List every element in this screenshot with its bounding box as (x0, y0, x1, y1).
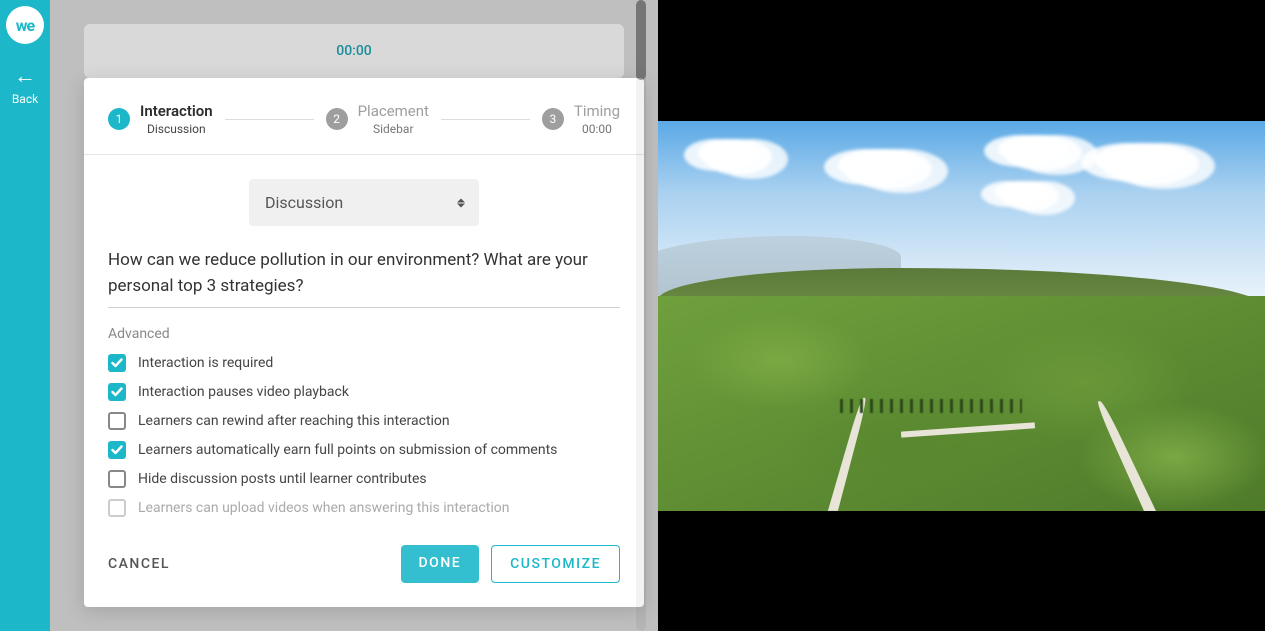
advanced-options: Interaction is required Interaction pause… (108, 354, 620, 517)
modal-footer: CANCEL DONE CUSTOMIZE (84, 527, 644, 607)
option-row[interactable]: Hide discussion posts until learner cont… (108, 470, 620, 488)
editor-panel: 00:00 1 Interaction Discussion 2 Placeme… (50, 0, 658, 631)
option-label: Learners can rewind after reaching this … (138, 413, 450, 429)
cancel-button[interactable]: CANCEL (108, 556, 170, 572)
back-button[interactable]: ← Back (12, 66, 38, 106)
select-caret-icon (457, 198, 465, 207)
option-label: Interaction pauses video playback (138, 384, 349, 400)
scrollbar-thumb[interactable] (636, 0, 646, 80)
checkbox-icon (108, 470, 126, 488)
option-row[interactable]: Interaction pauses video playback (108, 383, 620, 401)
video-preview-panel (658, 0, 1265, 631)
checkbox-icon (108, 383, 126, 401)
interaction-type-select[interactable]: Discussion (249, 179, 479, 226)
step-timing[interactable]: 3 Timing 00:00 (542, 102, 620, 136)
logo[interactable]: we (6, 6, 44, 44)
checkbox-icon (108, 499, 126, 517)
option-label: Learners automatically earn full points … (138, 442, 557, 458)
scrollbar-track (636, 0, 646, 631)
advanced-label: Advanced (108, 326, 620, 342)
left-rail: we ← Back (0, 0, 50, 631)
checkbox-icon (108, 412, 126, 430)
timer-value: 00:00 (336, 43, 372, 59)
step-subtitle: Discussion (140, 122, 213, 136)
timer-strip: 00:00 (84, 24, 624, 78)
discussion-prompt-input[interactable]: How can we reduce pollution in our envir… (108, 248, 620, 308)
step-number: 1 (108, 108, 130, 130)
stepper: 1 Interaction Discussion 2 Placement Sid… (84, 78, 644, 155)
checkbox-icon (108, 441, 126, 459)
step-interaction[interactable]: 1 Interaction Discussion (108, 102, 213, 136)
interaction-modal: 1 Interaction Discussion 2 Placement Sid… (84, 78, 644, 607)
step-divider (225, 119, 314, 120)
step-divider (441, 119, 530, 120)
option-label: Hide discussion posts until learner cont… (138, 471, 427, 487)
option-row[interactable]: Learners can rewind after reaching this … (108, 412, 620, 430)
option-row[interactable]: Interaction is required (108, 354, 620, 372)
option-label: Learners can upload videos when answerin… (138, 500, 509, 516)
select-value: Discussion (265, 193, 343, 212)
step-title: Timing (574, 102, 620, 120)
step-number: 3 (542, 108, 564, 130)
logo-text: we (16, 16, 34, 35)
step-subtitle: Sidebar (358, 122, 429, 136)
checkbox-icon (108, 354, 126, 372)
video-frame[interactable] (658, 121, 1265, 511)
back-label: Back (12, 92, 38, 106)
option-row: Learners can upload videos when answerin… (108, 499, 620, 517)
option-row[interactable]: Learners automatically earn full points … (108, 441, 620, 459)
step-title: Placement (358, 102, 429, 120)
step-number: 2 (326, 108, 348, 130)
step-placement[interactable]: 2 Placement Sidebar (326, 102, 429, 136)
back-arrow-icon: ← (14, 66, 36, 88)
done-button[interactable]: DONE (401, 545, 480, 583)
customize-button[interactable]: CUSTOMIZE (491, 545, 620, 583)
modal-body: Discussion How can we reduce pollution i… (84, 155, 644, 527)
step-subtitle: 00:00 (574, 122, 620, 136)
option-label: Interaction is required (138, 355, 273, 371)
step-title: Interaction (140, 102, 213, 120)
